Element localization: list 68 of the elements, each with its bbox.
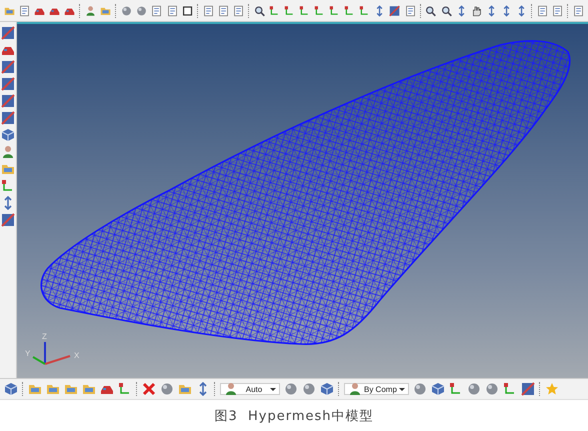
person-icon[interactable]	[1, 145, 15, 159]
sheet-icon[interactable]	[218, 4, 229, 18]
zoom-icon[interactable]	[254, 4, 265, 18]
zoom-icon[interactable]	[440, 4, 452, 18]
node-icon[interactable]	[1, 179, 15, 193]
sheet-icon[interactable]	[151, 4, 163, 18]
shaded-view-icon[interactable]	[389, 4, 401, 18]
shaded-view-icon[interactable]	[1, 111, 15, 125]
sheet-icon[interactable]	[404, 4, 416, 18]
sphere-icon[interactable]	[466, 382, 481, 396]
person-icon	[348, 382, 362, 396]
folder-icon[interactable]	[178, 382, 192, 396]
shaded-view-icon[interactable]	[1, 213, 15, 227]
sheet-icon[interactable]	[166, 4, 178, 18]
axis-label: Y	[25, 349, 30, 358]
folder-icon[interactable]	[1, 162, 15, 176]
sheet-icon[interactable]	[202, 4, 214, 18]
sphere-icon[interactable]	[302, 382, 316, 396]
star-icon[interactable]	[544, 382, 559, 396]
axis-label: Z	[42, 332, 47, 341]
node-icon[interactable]	[329, 4, 340, 18]
sphere-icon[interactable]	[136, 4, 148, 18]
caret-icon	[398, 388, 405, 390]
cube-icon[interactable]	[320, 382, 334, 396]
folder-icon[interactable]	[64, 382, 78, 396]
sphere-icon[interactable]	[284, 382, 298, 396]
node-icon[interactable]	[448, 382, 463, 396]
node-icon[interactable]	[298, 4, 310, 18]
shaded-view-icon[interactable]	[1, 26, 15, 40]
folder-icon[interactable]	[46, 382, 60, 396]
sphere-icon[interactable]	[484, 382, 499, 396]
sphere-icon[interactable]	[160, 382, 174, 396]
sheet-icon[interactable]	[19, 4, 30, 18]
folder-icon[interactable]	[82, 382, 96, 396]
shaded-view-icon[interactable]	[1, 94, 15, 108]
node-icon[interactable]	[284, 4, 295, 18]
shaded-view-icon[interactable]	[1, 60, 15, 74]
sheet-icon[interactable]	[536, 4, 548, 18]
node-icon[interactable]	[502, 382, 517, 396]
cube-icon[interactable]	[4, 382, 18, 396]
cross-icon[interactable]	[142, 382, 156, 396]
dropdown[interactable]: Auto	[220, 383, 280, 395]
node-icon[interactable]	[118, 382, 132, 396]
node-icon[interactable]	[268, 4, 280, 18]
person-icon	[224, 382, 238, 396]
sheet-icon[interactable]	[572, 4, 584, 18]
caret-icon	[270, 388, 276, 390]
shaded-view-icon[interactable]	[520, 382, 535, 396]
node-icon[interactable]	[344, 4, 356, 18]
square-icon[interactable]	[182, 4, 193, 18]
sheet-icon[interactable]	[232, 4, 244, 18]
node-icon[interactable]	[314, 4, 326, 18]
node-icon[interactable]	[359, 4, 370, 18]
shaded-view-icon[interactable]	[1, 77, 15, 91]
sphere-icon[interactable]	[121, 4, 132, 18]
cube-icon[interactable]	[430, 382, 445, 396]
arrow-icon[interactable]	[374, 4, 386, 18]
figure-caption: 图3 Hypermesh中模型	[214, 408, 374, 424]
cube-icon[interactable]	[1, 128, 15, 142]
folder-icon[interactable]	[28, 382, 42, 396]
sheet-icon[interactable]	[552, 4, 564, 18]
hand-icon[interactable]	[470, 4, 482, 18]
zoom-icon[interactable]	[425, 4, 437, 18]
axis-triad-drawing	[32, 342, 70, 365]
axis-label: X	[74, 351, 80, 360]
dropdown[interactable]: By Comp	[344, 383, 409, 395]
person-icon[interactable]	[85, 4, 96, 18]
sphere-icon[interactable]	[412, 382, 427, 396]
